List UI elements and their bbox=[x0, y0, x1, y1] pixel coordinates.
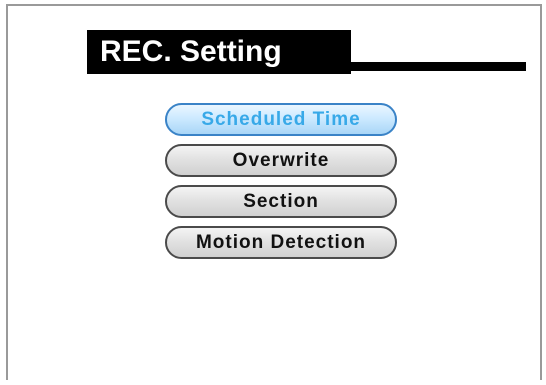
motion-detection-button[interactable]: Motion Detection bbox=[165, 226, 397, 259]
page-title: REC. Setting bbox=[100, 35, 282, 68]
scheduled-time-button[interactable]: Scheduled Time bbox=[165, 103, 397, 136]
overwrite-button[interactable]: Overwrite bbox=[165, 144, 397, 177]
section-button[interactable]: Section bbox=[165, 185, 397, 218]
title-underline bbox=[340, 62, 526, 71]
rec-setting-menu: Scheduled Time Overwrite Section Motion … bbox=[165, 103, 397, 259]
